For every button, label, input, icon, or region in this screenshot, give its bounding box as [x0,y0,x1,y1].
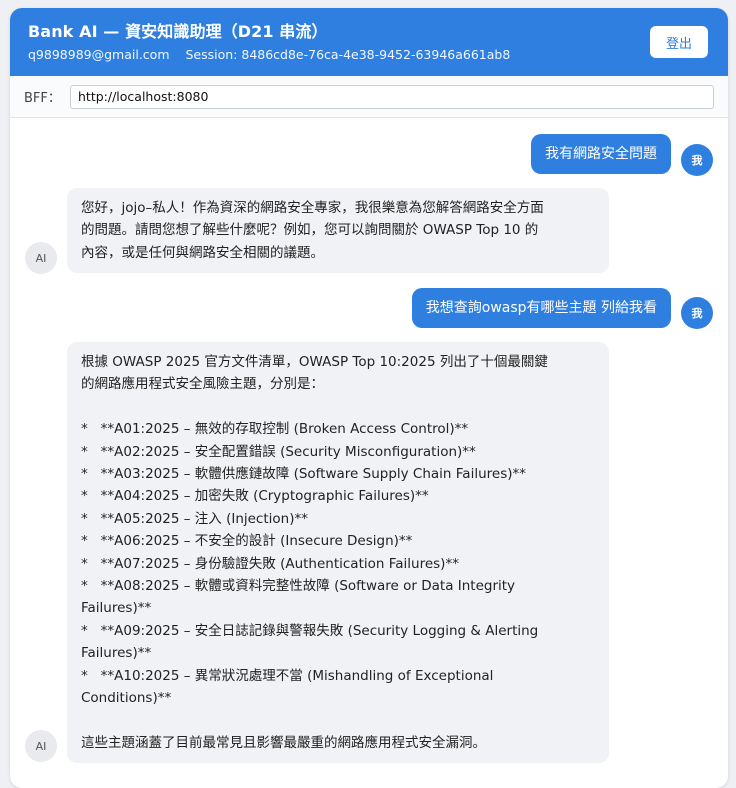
app-title: Bank AI — 資安知識助理（D21 串流） [28,22,328,41]
chat-app-window: Bank AI — 資安知識助理（D21 串流） q9898989@gmail.… [10,8,728,788]
ai-avatar: AI [25,730,57,762]
bff-url-input[interactable] [70,84,714,109]
logout-button[interactable]: 登出 [650,26,708,58]
user-message-bubble: 我想查詢owasp有哪些主題 列給我看 [411,288,671,328]
ai-avatar: AI [25,242,57,274]
user-message: 我有網路安全問題 [531,134,671,174]
ai-message-bubble: 您好，jojo–私人！作為資深的網路安全專家，我很樂意為您解答網路安全方面 的問… [67,188,609,274]
ai-message-bubble: 根據 OWASP 2025 官方文件清單，OWASP Top 10:2025 列… [67,342,609,764]
user-session-info: q9898989@gmail.com Session: 8486cd8e-76c… [28,47,710,63]
user-message: 我想查詢owasp有哪些主題 列給我看 [411,288,671,328]
user-avatar: 我 [681,297,713,329]
chat-message-list[interactable]: 我有網路安全問題 我 您好，jojo–私人！作為資深的網路安全專家，我很樂意為您… [10,118,728,778]
session-id: Session: 8486cd8e-76ca-4e38-9452-63946a6… [185,47,511,62]
user-email: q9898989@gmail.com [28,47,170,62]
user-message-bubble: 我有網路安全問題 [531,134,671,174]
user-avatar: 我 [681,144,713,176]
app-header: Bank AI — 資安知識助理（D21 串流） q9898989@gmail.… [10,8,728,76]
bff-endpoint-bar: BFF： [10,76,728,118]
bff-label: BFF： [24,91,61,106]
